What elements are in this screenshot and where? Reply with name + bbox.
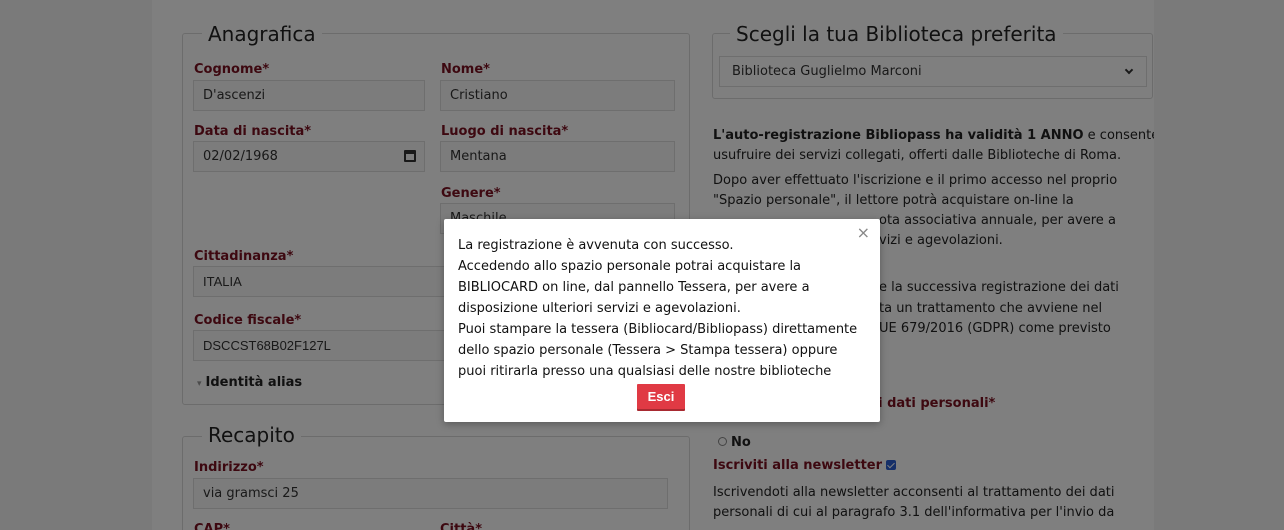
esci-button[interactable]: Esci: [637, 384, 685, 409]
dialog-line-5: Puoi stampare la tessera (Bibliocard/Bib…: [458, 322, 858, 337]
dialog-line-4: disposizione ulteriori servizi e agevola…: [458, 301, 741, 316]
dialog-line-6: dello spazio personale (Tessera > Stampa…: [458, 343, 838, 358]
dialog-line-1: La registrazione è avvenuta con successo…: [458, 238, 734, 253]
dialog-line-7: puoi ritirarla presso una qualsiasi dell…: [458, 364, 832, 379]
success-dialog: × La registrazione è avvenuta con succes…: [444, 219, 880, 422]
dialog-line-3: BIBLIOCARD on line, dal pannello Tessera…: [458, 280, 810, 295]
dialog-line-2: Accedendo allo spazio personale potrai a…: [458, 259, 802, 274]
dialog-message: La registrazione è avvenuta con successo…: [458, 235, 872, 382]
